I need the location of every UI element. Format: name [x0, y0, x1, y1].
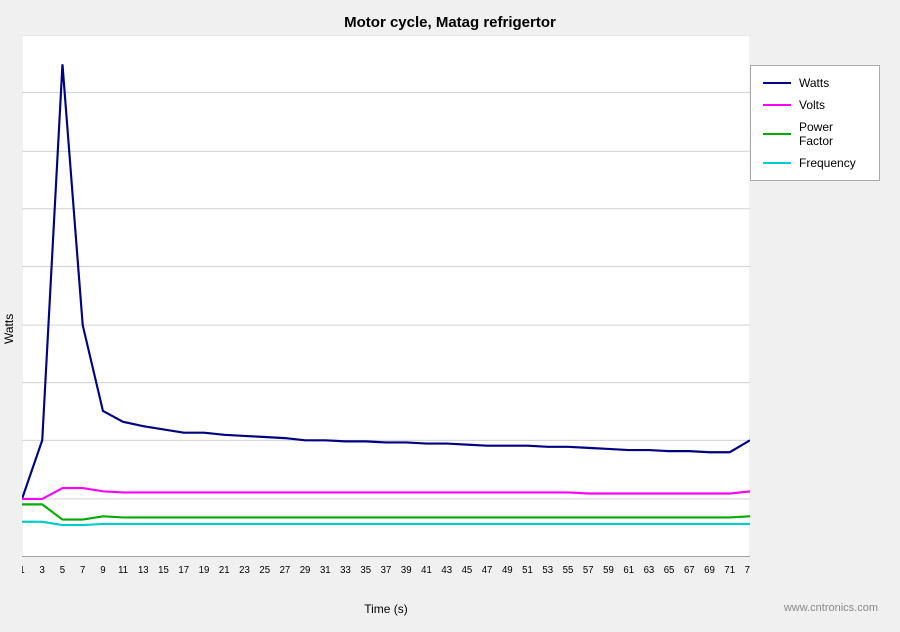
svg-text:63: 63: [644, 565, 655, 576]
svg-text:71: 71: [724, 565, 735, 576]
svg-text:15: 15: [158, 565, 169, 576]
legend-item-powerfactor: Power Factor: [763, 120, 867, 148]
legend-item-volts: Volts: [763, 98, 867, 112]
svg-text:3: 3: [40, 565, 45, 576]
svg-text:29: 29: [300, 565, 311, 576]
chart-svg: 0 100 200 300 400 500 600 700 800 900 1: [22, 35, 750, 600]
svg-text:69: 69: [704, 565, 715, 576]
svg-text:11: 11: [118, 565, 128, 576]
legend: Watts Volts Power Factor Frequency: [750, 65, 880, 181]
legend-label-powerfactor: Power Factor: [799, 120, 867, 148]
svg-text:73: 73: [745, 565, 750, 576]
svg-text:67: 67: [684, 565, 695, 576]
svg-text:57: 57: [583, 565, 594, 576]
svg-text:43: 43: [441, 565, 452, 576]
svg-text:7: 7: [80, 565, 85, 576]
svg-text:45: 45: [462, 565, 473, 576]
svg-text:41: 41: [421, 565, 432, 576]
chart-container: Motor cycle, Matag refrigertor Watts: [0, 0, 900, 632]
svg-text:23: 23: [239, 565, 250, 576]
svg-text:31: 31: [320, 565, 331, 576]
svg-text:59: 59: [603, 565, 614, 576]
svg-text:55: 55: [563, 565, 574, 576]
svg-text:37: 37: [381, 565, 392, 576]
svg-text:1: 1: [22, 565, 25, 576]
svg-text:35: 35: [360, 565, 371, 576]
svg-text:51: 51: [522, 565, 533, 576]
svg-text:17: 17: [178, 565, 189, 576]
plot-wrapper: 0 100 200 300 400 500 600 700 800 900 1: [22, 35, 750, 622]
legend-item-watts: Watts: [763, 76, 867, 90]
plot-and-legend: 0 100 200 300 400 500 600 700 800 900 1: [22, 35, 900, 622]
svg-text:27: 27: [280, 565, 291, 576]
svg-text:53: 53: [542, 565, 553, 576]
svg-text:65: 65: [664, 565, 675, 576]
svg-text:9: 9: [100, 565, 105, 576]
chart-title: Motor cycle, Matag refrigertor: [344, 14, 556, 31]
x-axis-label: Time (s): [22, 600, 750, 622]
svg-text:47: 47: [482, 565, 493, 576]
legend-label-watts: Watts: [799, 76, 829, 90]
legend-item-frequency: Frequency: [763, 156, 867, 170]
legend-label-frequency: Frequency: [799, 156, 856, 170]
legend-label-volts: Volts: [799, 98, 825, 112]
svg-text:61: 61: [623, 565, 634, 576]
svg-text:39: 39: [401, 565, 412, 576]
svg-text:21: 21: [219, 565, 230, 576]
svg-text:19: 19: [199, 565, 210, 576]
legend-line-frequency: [763, 162, 791, 164]
svg-text:49: 49: [502, 565, 513, 576]
svg-text:13: 13: [138, 565, 149, 576]
legend-line-volts: [763, 104, 791, 106]
y-axis-label: Watts: [0, 35, 22, 622]
chart-area: Watts: [0, 35, 900, 632]
chart-inner: 0 100 200 300 400 500 600 700 800 900 1: [22, 35, 900, 622]
legend-line-watts: [763, 82, 791, 84]
svg-text:33: 33: [340, 565, 351, 576]
legend-line-powerfactor: [763, 133, 791, 135]
svg-text:25: 25: [259, 565, 270, 576]
svg-text:5: 5: [60, 565, 65, 576]
watermark: www.cntronics.com: [784, 602, 878, 614]
